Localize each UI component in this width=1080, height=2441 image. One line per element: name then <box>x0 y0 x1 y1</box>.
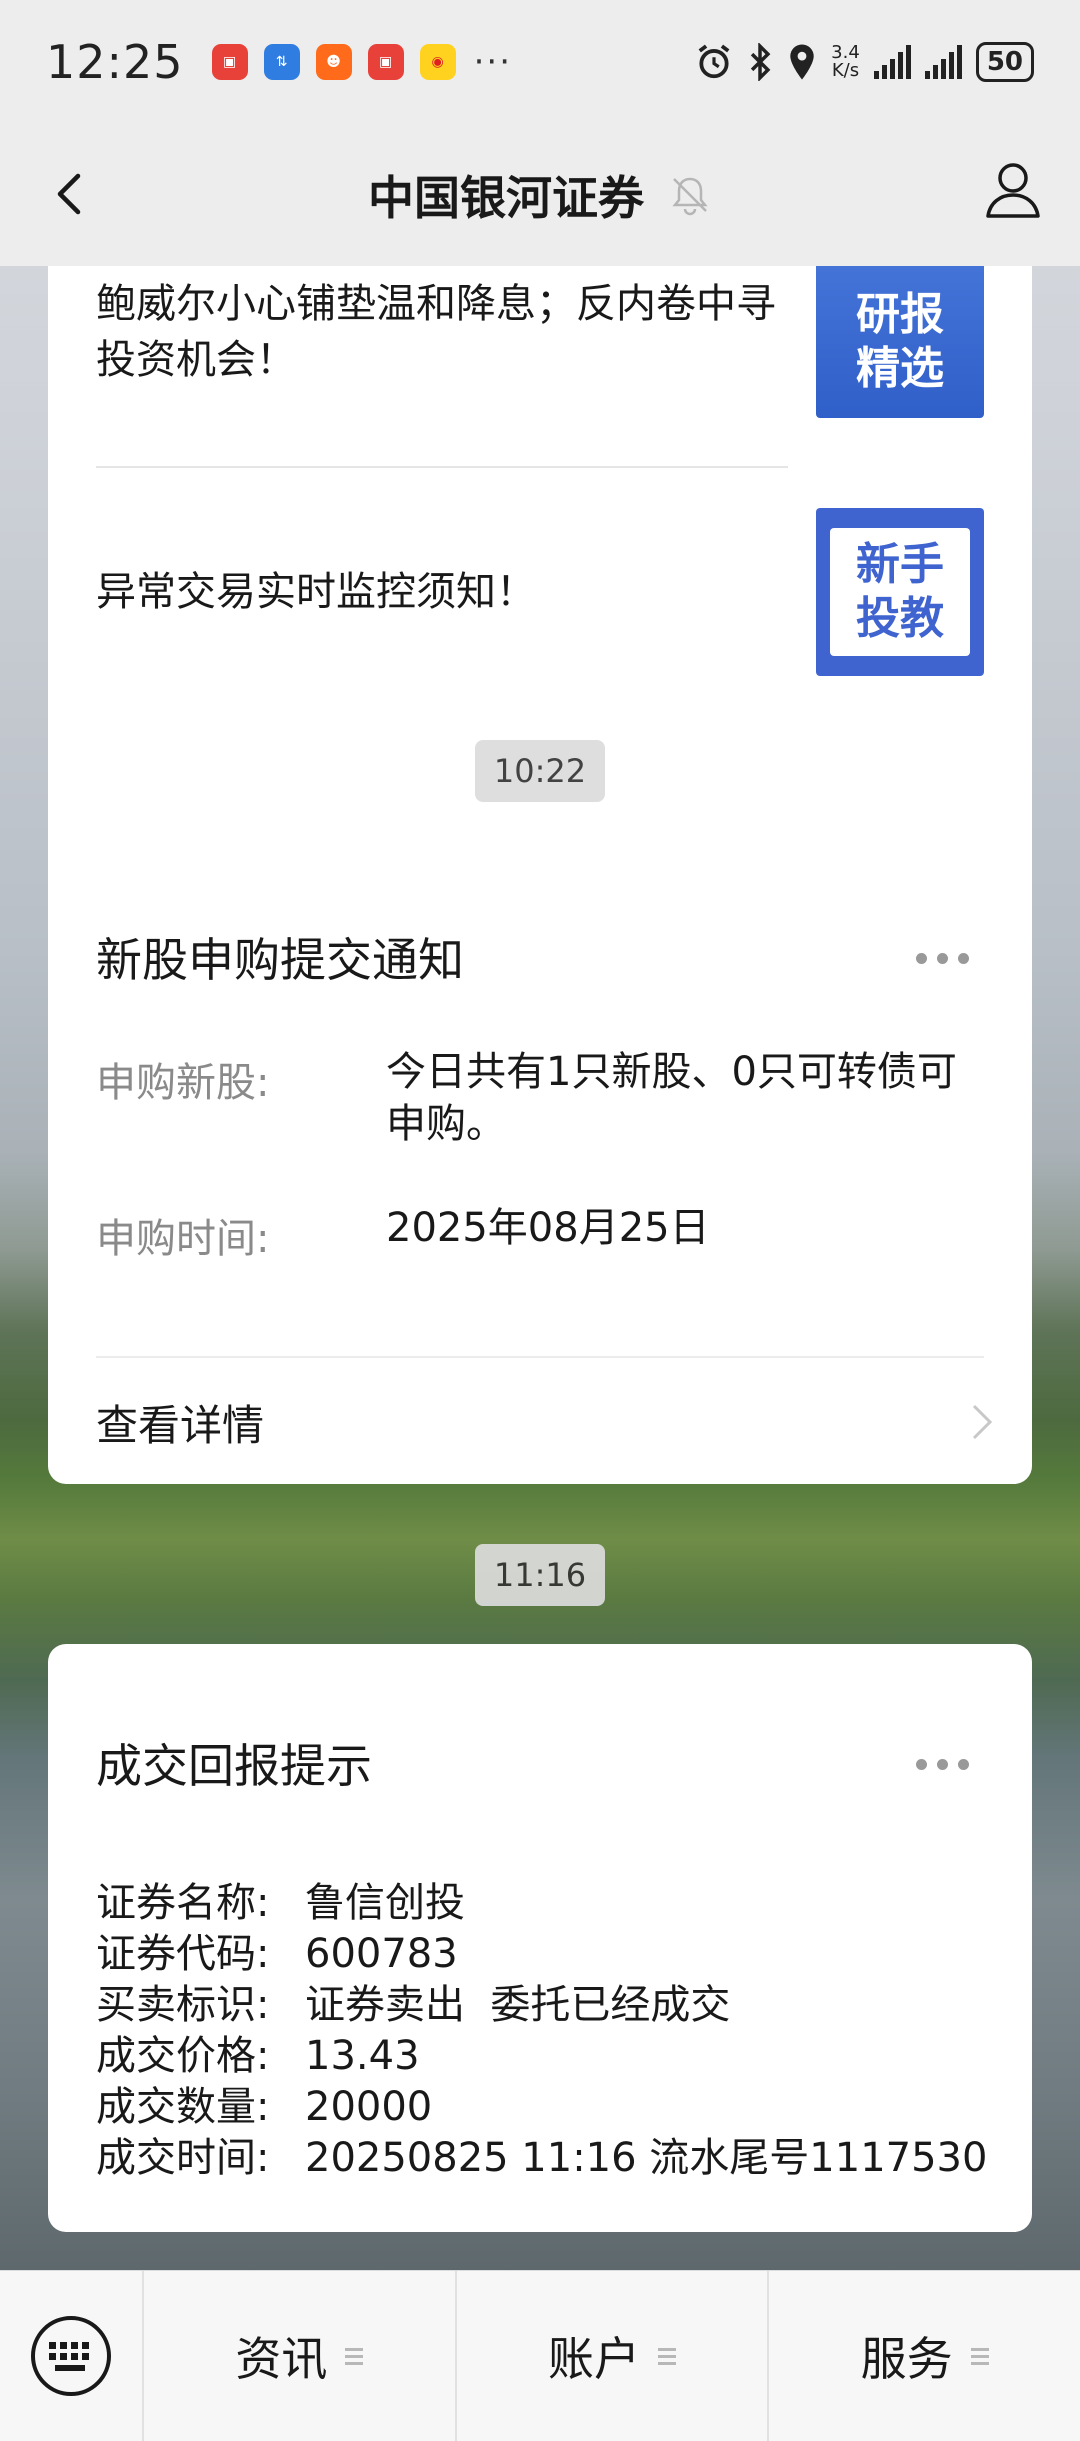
taobao-icon: ☻ <box>315 44 352 80</box>
timestamp: 11:16 <box>475 1544 605 1606</box>
field-label: 申购时间: <box>96 1216 270 1262</box>
signal-icon <box>873 45 911 79</box>
card-title: 成交回报提示 <box>96 1739 372 1793</box>
submenu-icon <box>658 2347 676 2365</box>
notification-icons: ▣ ⇅ ☻ ▣ ◉ <box>211 44 456 80</box>
more-icon[interactable] <box>916 948 976 968</box>
view-details-link[interactable]: 查看详情 <box>96 1356 993 1486</box>
tutorial-thumbnail: 新手 投教 <box>816 508 984 676</box>
news-item[interactable]: 鲍威尔小心铺垫温和降息；反内卷中寻投资机会！ 研报 精选 <box>96 266 984 418</box>
transfer-icon: ⇅ <box>263 44 300 80</box>
status-bar: 12:25 ▣ ⇅ ☻ ▣ ◉ ··· 3.4 K/s 50 <box>0 0 1080 124</box>
alarm-icon <box>698 44 730 79</box>
bottom-menu-bar: 资讯 账户 服务 <box>0 2270 1080 2441</box>
news-title: 鲍威尔小心铺垫温和降息；反内卷中寻投资机会！ <box>96 281 776 383</box>
network-speed: 3.4 K/s <box>831 42 860 81</box>
trade-field: 证券名称: 鲁信创投 <box>96 1880 465 1926</box>
trade-field: 买卖标识: 证券卖出 委托已经成交 <box>96 1982 731 2028</box>
submenu-icon <box>970 2347 989 2365</box>
field-value: 2025年08月25日 <box>386 1205 710 1251</box>
field-value: 今日共有1只新股、0只可转债可申购。 <box>386 1049 957 1147</box>
clock: 12:25 <box>46 35 184 89</box>
page-title: 中国银河证券 <box>368 171 644 225</box>
battery-icon: 50 <box>975 42 1034 82</box>
field-label: 申购新股: <box>96 1060 270 1106</box>
nav-bar: 中国银河证券 <box>0 124 1080 266</box>
submenu-icon <box>345 2347 364 2365</box>
chevron-right-icon <box>972 1404 993 1440</box>
timestamp: 10:22 <box>475 740 605 802</box>
huawei-appgallery-icon: ▣ <box>211 44 248 80</box>
more-icon[interactable] <box>916 1754 976 1774</box>
research-thumbnail: 研报 精选 <box>816 266 984 418</box>
trade-field: 成交价格: 13.43 <box>96 2033 420 2079</box>
ipo-notice-card: 新股申购提交通知 申购新股: 今日共有1只新股、0只可转债可申购。 申购时间: … <box>48 838 1032 1484</box>
card-title: 新股申购提交通知 <box>96 933 464 987</box>
profile-icon[interactable] <box>980 156 1046 222</box>
keyboard-toggle-button[interactable] <box>0 2271 144 2441</box>
back-icon[interactable] <box>40 164 100 224</box>
trade-report-card: 成交回报提示 证券名称: 鲁信创投 证券代码: 600783 买卖标识: 证券卖出 委… <box>48 1644 1032 2232</box>
news-card: 鲍威尔小心铺垫温和降息；反内卷中寻投资机会！ 研报 精选 异常交易实时监控须知！… <box>48 266 1032 922</box>
menu-tab-services[interactable]: 服务 <box>769 2271 1080 2441</box>
news-title: 异常交易实时监控须知！ <box>96 569 536 615</box>
weibo-icon: ◉ <box>419 44 456 80</box>
bluetooth-icon <box>751 43 771 81</box>
menu-tab-account[interactable]: 账户 <box>457 2271 770 2441</box>
trade-field: 成交时间: 20250825 11:16 流水尾号1117530 <box>96 2135 988 2181</box>
keyboard-icon <box>31 2316 111 2396</box>
divider <box>96 466 788 468</box>
more-notifications-icon: ··· <box>473 42 513 82</box>
huawei-appgallery-icon: ▣ <box>367 44 404 80</box>
signal-icon <box>924 45 962 79</box>
trade-field: 成交数量: 20000 <box>96 2084 433 2130</box>
trade-field: 证券代码: 600783 <box>96 1931 458 1977</box>
location-icon <box>790 44 814 80</box>
menu-tab-news[interactable]: 资讯 <box>144 2271 457 2441</box>
muted-bell-icon <box>672 177 708 216</box>
news-item[interactable]: 异常交易实时监控须知！ 新手 投教 <box>96 508 984 676</box>
message-list[interactable]: 鲍威尔小心铺垫温和降息；反内卷中寻投资机会！ 研报 精选 异常交易实时监控须知！… <box>0 266 1080 2270</box>
